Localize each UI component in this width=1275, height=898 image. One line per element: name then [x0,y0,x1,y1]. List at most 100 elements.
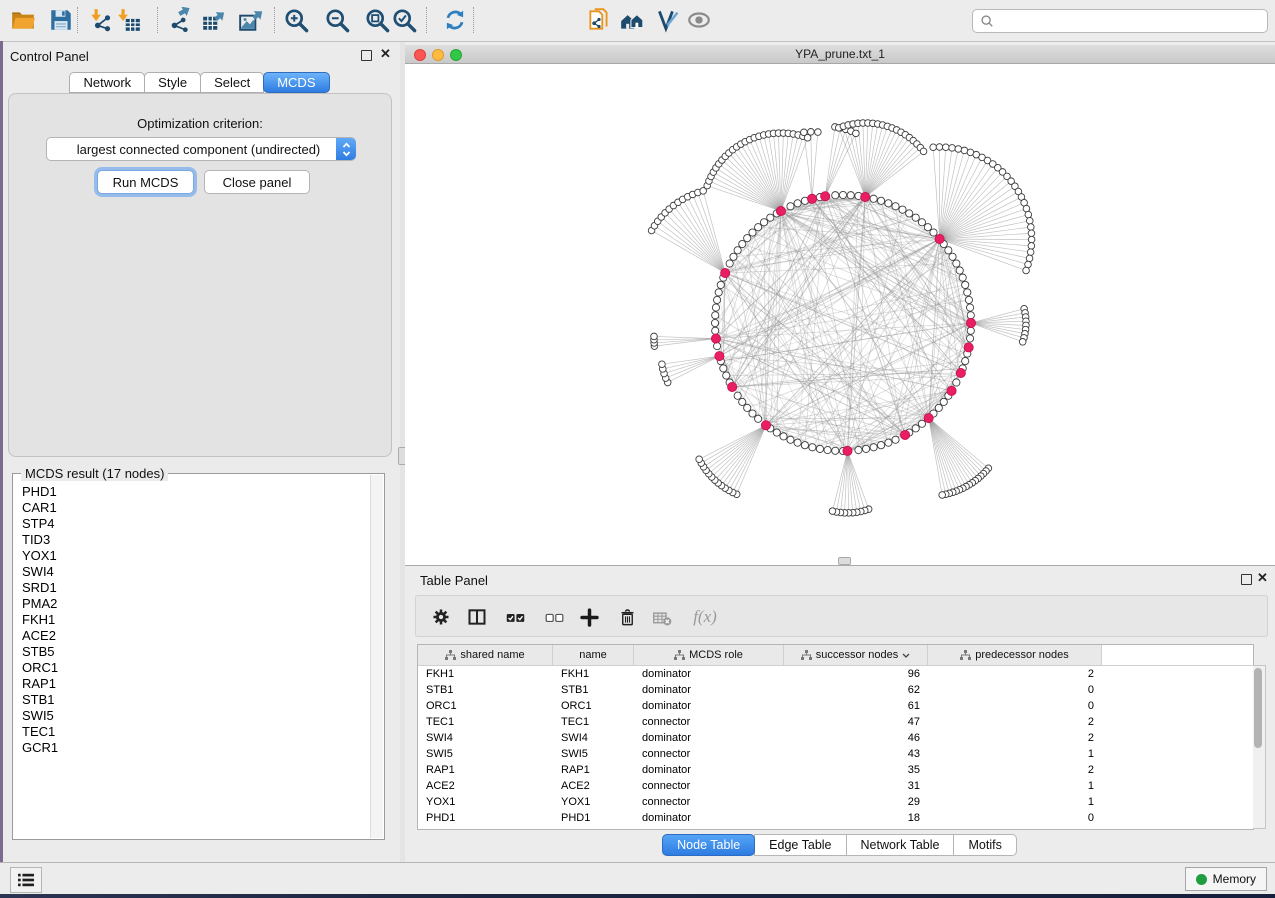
table-scrollbar[interactable] [1253,665,1266,829]
column-header-successor-nodes[interactable]: successor nodes [784,645,928,665]
tab-mcds[interactable]: MCDS [263,72,329,93]
task-history-button[interactable] [10,867,42,893]
table-cell: RAP1 [553,762,634,778]
horizontal-splitter-grip[interactable] [838,557,851,565]
zoom-in-button[interactable] [281,5,311,35]
delete-column-button[interactable] [614,604,640,630]
close-panel-button[interactable]: Close panel [204,170,310,194]
mcds-result-item[interactable]: PHD1 [14,484,371,500]
table-scrollbar-thumb[interactable] [1254,668,1262,748]
mcds-result-item[interactable]: SWI5 [14,708,371,724]
import-table-button[interactable] [114,5,144,35]
select-all-button[interactable] [502,604,528,630]
mcds-result-item[interactable]: CAR1 [14,500,371,516]
tab-edge-table[interactable]: Edge Table [754,834,846,856]
column-header-name[interactable]: name [553,645,634,665]
gear-icon [431,607,451,627]
export-image-button[interactable] [236,5,266,35]
tab-style[interactable]: Style [144,72,201,93]
mcds-result-item[interactable]: ORC1 [14,660,371,676]
table-toolbar: f(x) [415,595,1268,637]
tab-network[interactable]: Network [69,72,145,93]
memory-status-icon [1196,874,1207,885]
trash-icon [618,608,637,627]
mcds-result-item[interactable]: TEC1 [14,724,371,740]
columns-icon [467,607,487,627]
table-cell: PHD1 [553,810,634,826]
shared-attribute-icon [960,650,971,661]
mcds-list-scrollbar[interactable] [370,475,383,838]
run-mcds-button[interactable]: Run MCDS [97,170,194,194]
share-session-button[interactable] [584,5,614,35]
table-cell: connector [634,714,784,730]
select-stepper-icon [336,138,356,160]
mcds-result-item[interactable]: YOX1 [14,548,371,564]
table-row[interactable]: RAP1RAP1dominator352 [418,762,1253,778]
deselect-all-button[interactable] [541,604,567,630]
close-table-panel-icon[interactable]: ✕ [1257,571,1268,585]
table-cell: 47 [784,714,928,730]
table-row[interactable]: SWI5SWI5connector431 [418,746,1253,762]
mcds-result-item[interactable]: ACE2 [14,628,371,644]
tab-select[interactable]: Select [200,72,264,93]
vizmapper-button[interactable] [652,5,682,35]
zoom-selected-button[interactable] [389,5,419,35]
mcds-result-item[interactable]: PMA2 [14,596,371,612]
mcds-result-item[interactable]: FKH1 [14,612,371,628]
zoom-fit-button[interactable] [362,5,392,35]
mcds-result-item[interactable]: RAP1 [14,676,371,692]
home-networks-button[interactable] [617,5,647,35]
mcds-result-item[interactable]: STP4 [14,516,371,532]
table-row[interactable]: YOX1YOX1connector291 [418,794,1253,810]
mcds-result-item[interactable]: SWI4 [14,564,371,580]
column-header-predecessor-nodes[interactable]: predecessor nodes [928,645,1102,665]
table-row[interactable]: ACE2ACE2connector311 [418,778,1253,794]
column-layout-button[interactable] [464,604,490,630]
table-row[interactable]: TEC1TEC1connector472 [418,714,1253,730]
search-input[interactable] [998,11,1267,31]
refresh-button[interactable] [440,5,470,35]
column-header-MCDS-role[interactable]: MCDS role [634,645,784,665]
zoom-out-button[interactable] [322,5,352,35]
tab-network-table[interactable]: Network Table [846,834,955,856]
export-network-button[interactable] [166,5,196,35]
tab-motifs[interactable]: Motifs [953,834,1016,856]
table-row[interactable]: STB1STB1dominator620 [418,682,1253,698]
search-icon [980,14,994,28]
float-panel-icon[interactable] [361,50,372,61]
zoom-fit-icon [364,7,391,34]
mcds-result-item[interactable]: STB5 [14,644,371,660]
criterion-value: largest connected component (undirected) [47,142,336,157]
table-cell: 29 [784,794,928,810]
open-file-button[interactable] [8,5,38,35]
save-session-button[interactable] [46,5,76,35]
delete-table-button[interactable] [649,604,675,630]
table-row[interactable]: FKH1FKH1dominator962 [418,666,1253,682]
tab-node-table[interactable]: Node Table [662,834,755,856]
memory-button[interactable]: Memory [1185,867,1267,891]
float-table-panel-icon[interactable] [1241,574,1252,585]
network-canvas[interactable] [405,64,1275,565]
table-cell: 35 [784,762,928,778]
table-cell: 2 [928,730,1102,746]
column-header-shared-name[interactable]: shared name [418,645,553,665]
mcds-result-item[interactable]: STB1 [14,692,371,708]
mcds-result-item[interactable]: TID3 [14,532,371,548]
export-table-button[interactable] [199,5,229,35]
mcds-result-item[interactable]: SRD1 [14,580,371,596]
mcds-result-item[interactable]: GCR1 [14,740,371,756]
table-row[interactable]: ORC1ORC1dominator610 [418,698,1253,714]
close-panel-icon[interactable]: ✕ [380,47,391,61]
table-cell: 0 [928,682,1102,698]
table-cell: 1 [928,778,1102,794]
function-builder-button[interactable]: f(x) [688,604,722,630]
deselect-all-icon [544,607,565,628]
table-row[interactable]: SWI4SWI4dominator462 [418,730,1253,746]
import-network-button[interactable] [86,5,116,35]
table-settings-button[interactable] [428,604,454,630]
add-column-button[interactable] [576,604,602,630]
criterion-select[interactable]: largest connected component (undirected) [46,137,356,161]
memory-label: Memory [1213,872,1256,886]
table-row[interactable]: PHD1PHD1dominator180 [418,810,1253,826]
hide-graphics-button[interactable] [684,5,714,35]
